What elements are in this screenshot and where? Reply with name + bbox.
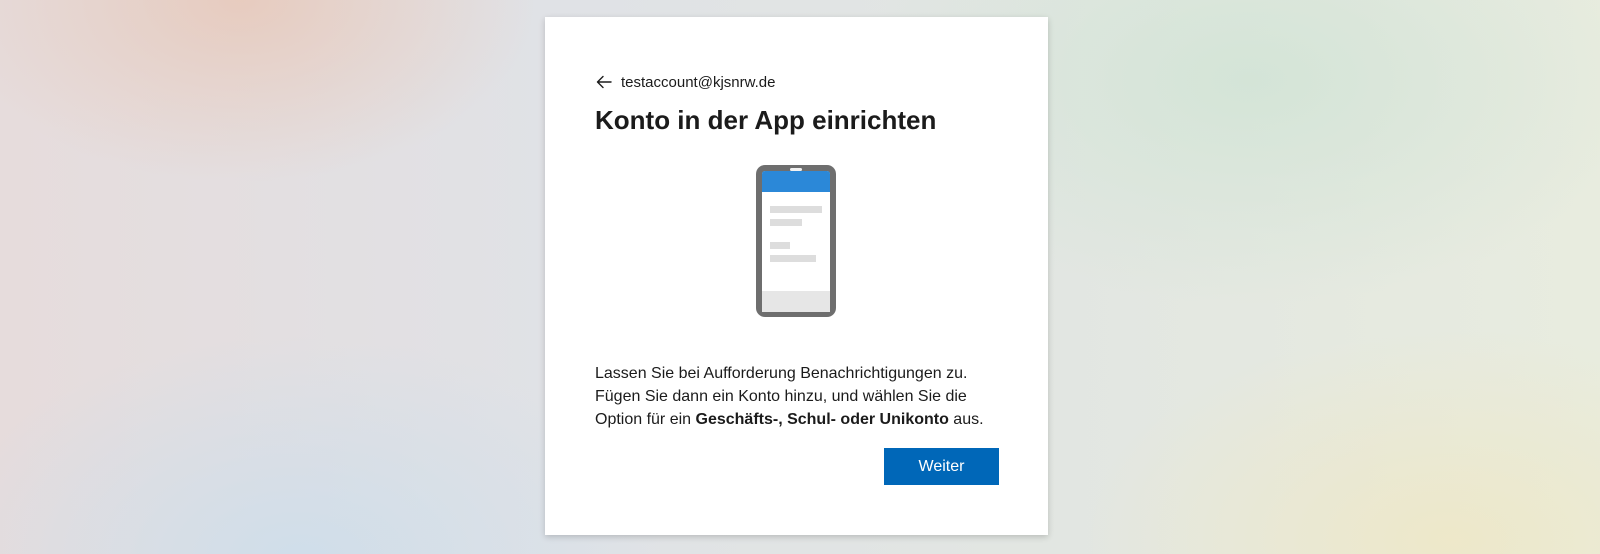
instruction-line-3-prefix: Option für ein bbox=[595, 411, 696, 428]
instruction-line-1: Lassen Sie bei Aufforderung Benachrichti… bbox=[595, 365, 968, 382]
instruction-line-3-suffix: aus. bbox=[948, 411, 984, 428]
account-type-emphasis: Geschäfts-, Schul- oder Unikonto bbox=[695, 411, 949, 428]
page-title: Konto in der App einrichten bbox=[595, 105, 937, 135]
smartphone-icon bbox=[755, 164, 837, 318]
instruction-text: Lassen Sie bei Aufforderung Benachrichti… bbox=[595, 362, 1010, 431]
account-email: testaccount@kjsnrw.de bbox=[621, 73, 776, 91]
instruction-line-2: Fügen Sie dann ein Konto hinzu, und wähl… bbox=[595, 388, 967, 405]
next-button[interactable]: Weiter bbox=[884, 448, 999, 485]
arrow-left-icon[interactable] bbox=[595, 73, 613, 91]
sign-in-card: testaccount@kjsnrw.de Konto in der App e… bbox=[545, 17, 1048, 535]
identity-banner[interactable]: testaccount@kjsnrw.de bbox=[595, 71, 775, 93]
